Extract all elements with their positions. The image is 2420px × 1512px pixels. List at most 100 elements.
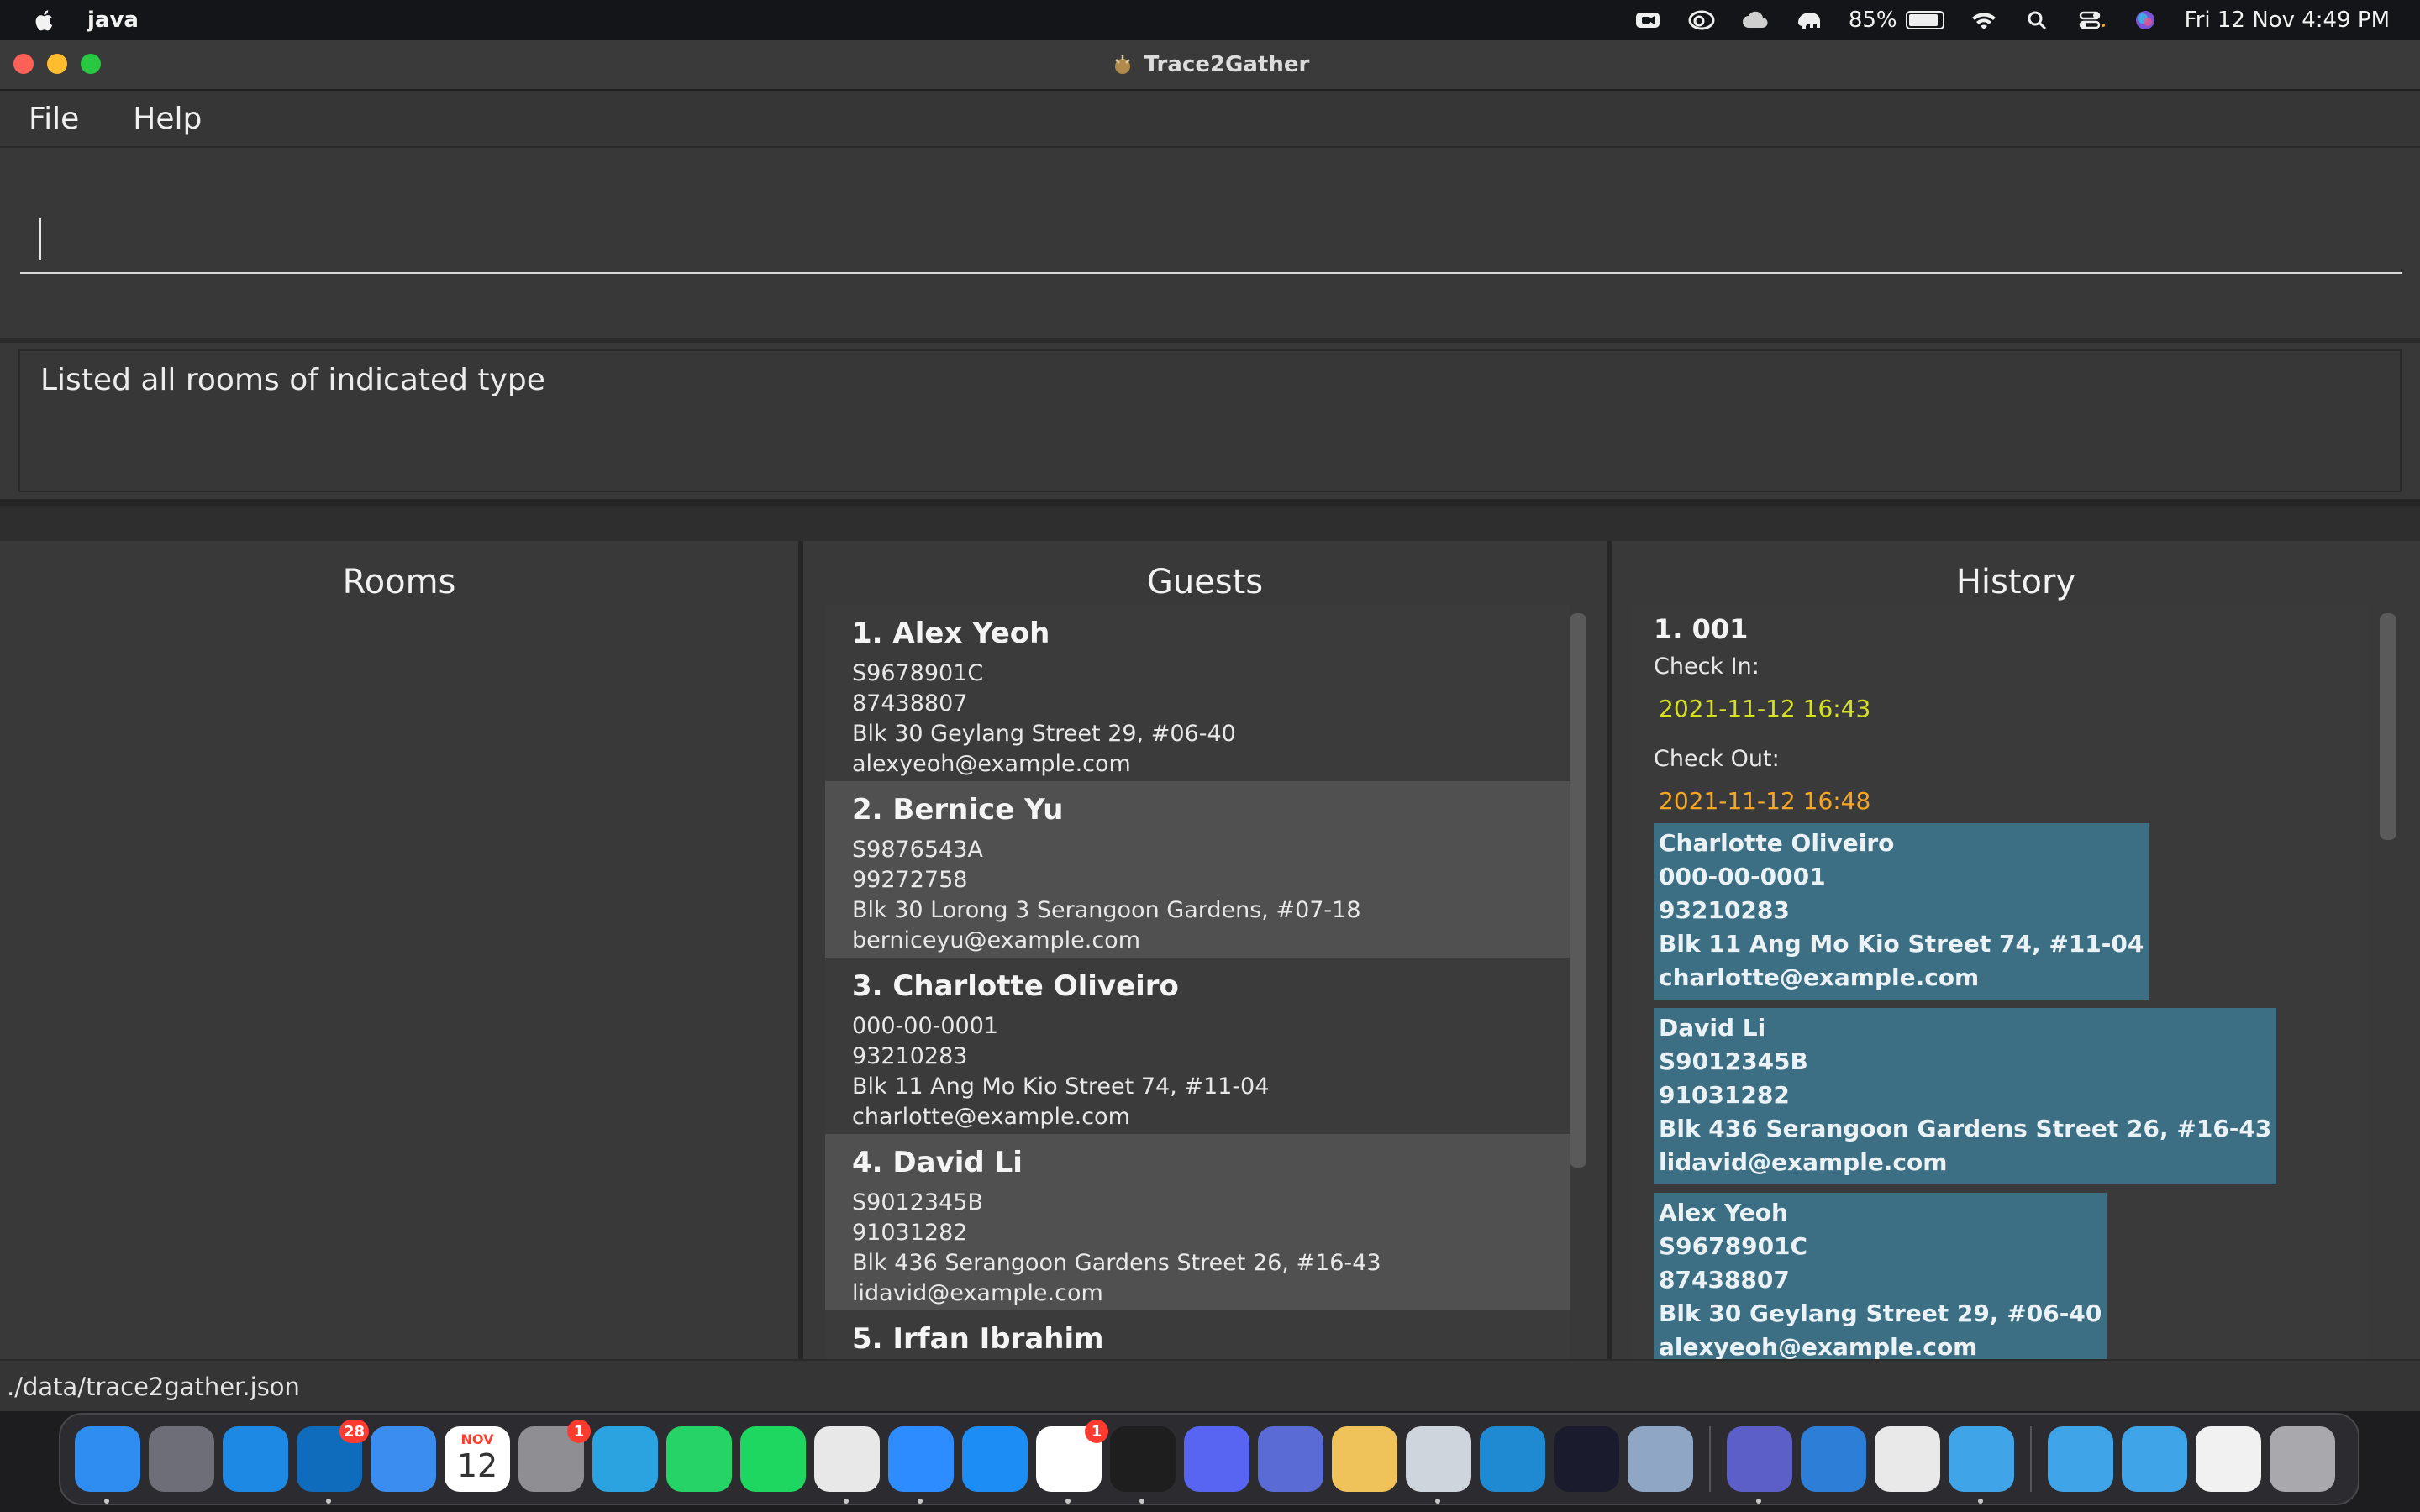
history-guest-name: Charlotte Oliveiro [1659,829,1895,857]
file-icon[interactable] [2196,1426,2261,1492]
history-guest-card[interactable]: David Li S9012345B 91031282 Blk 436 Serango… [1654,1008,2277,1184]
check-out-label: Check Out: [1654,746,1780,772]
data-file-path: ./data/trace2gather.json [7,1373,300,1401]
guest-phone: 99272758 [852,867,968,893]
chrome-icon[interactable] [814,1426,880,1504]
guest-list-scrollbar[interactable] [1570,613,1586,1168]
notification-badge: 1 [1085,1420,1108,1443]
main-panels: Rooms Guests 1. Alex Yeoh S9678901C 874388… [0,541,2420,1393]
menu-file[interactable]: File [0,102,97,136]
screen-record-icon[interactable] [1634,9,1662,31]
text-cursor [39,218,41,260]
history-title: History [1955,563,2076,601]
safari-icon[interactable] [223,1426,288,1492]
maps-pin-icon[interactable] [1332,1426,1397,1492]
notification-badge: 1 [567,1420,591,1443]
guest-address: Blk 436 Serangoon Gardens Street 26, #16… [852,1250,1381,1276]
menu-help[interactable]: Help [97,102,220,136]
outlook-icon[interactable]: 28 [297,1420,369,1504]
history-list-scrollbar[interactable] [2380,613,2396,840]
cloud-icon[interactable] [1741,9,1770,31]
xcode-icon[interactable] [1801,1426,1866,1492]
history-guest-card[interactable]: Alex Yeoh S9678901C 87438807 Blk 30 Geylang… [1654,1193,2107,1369]
preview-icon[interactable] [1406,1426,1471,1504]
launchpad-icon[interactable] [149,1426,214,1492]
documents-folder-icon[interactable] [2122,1426,2187,1492]
command-box [0,148,2420,343]
history-guest-address: Blk 30 Geylang Street 29, #06-40 [1659,1299,2102,1327]
history-guest-email: charlotte@example.com [1659,963,1980,991]
notes-icon[interactable] [1258,1426,1323,1492]
trace2gather-window: Trace2Gather File Help Listed all rooms … [0,40,2420,1411]
history-guest-email: lidavid@example.com [1659,1148,1948,1176]
guests-title: Guests [1146,563,1264,601]
history-entry[interactable]: 1. 001 Check In: 2021-11-12 16:43 Check Out… [1630,605,2370,1379]
app-store-icon[interactable] [962,1426,1028,1492]
menu-bar-clock[interactable]: Fri 12 Nov 4:49 PM [2185,8,2390,33]
spotlight-search-icon[interactable] [2023,9,2052,31]
history-guest-address: Blk 11 Ang Mo Kio Street 74, #11-04 [1659,930,2144,958]
folder-icon[interactable] [1949,1426,2014,1504]
history-guest-card[interactable]: Charlotte Oliveiro 000-00-0001 93210283 Blk… [1654,823,2149,1000]
terminal-icon[interactable] [1110,1426,1176,1504]
system-preferences-icon[interactable]: 1 [518,1420,591,1492]
app-logo-icon [1114,55,1130,74]
guest-phone: 93210283 [852,1043,968,1069]
telegram-icon[interactable] [592,1426,658,1492]
close-window-button[interactable] [13,54,34,74]
guests-panel: Guests 1. Alex Yeoh S9678901C 87438807 Blk … [803,541,1612,1393]
textedit-icon[interactable] [1875,1426,1940,1492]
mail-icon[interactable] [371,1426,436,1492]
vscode-icon[interactable] [1480,1426,1545,1492]
command-input[interactable] [34,212,2386,265]
guest-card[interactable]: 4. David Li S9012345B 91031282 Blk 436 Sera… [825,1134,1570,1310]
trash-icon[interactable] [2270,1426,2335,1492]
result-message: Listed all rooms of indicated type [40,363,545,397]
downloads-folder-icon[interactable] [2048,1426,2113,1492]
postgres-icon[interactable] [1628,1426,1693,1492]
battery-status[interactable]: 85% [1849,8,1944,33]
teams-icon[interactable] [1727,1426,1792,1504]
window-controls [13,54,101,74]
rooms-list[interactable] [22,605,778,1379]
control-center-icon[interactable] [2077,9,2106,31]
intellij-icon[interactable] [1554,1426,1619,1492]
history-guest-phone: 91031282 [1659,1081,1790,1109]
window-title-bar[interactable]: Trace2Gather [0,40,2420,91]
running-indicator [844,1499,849,1504]
apple-menu-icon[interactable] [32,7,57,34]
zoom-icon[interactable] [888,1426,954,1504]
guest-id: S9678901C [852,660,984,686]
running-indicator [1139,1499,1144,1504]
dock-separator [2030,1426,2032,1492]
discord-icon[interactable] [1184,1426,1249,1492]
battery-icon [1905,11,1944,29]
calendar-icon[interactable]: NOV 12 [445,1426,510,1492]
guest-email: lidavid@example.com [852,1280,1103,1306]
app-menu-bar: File Help [0,91,2420,148]
zoom-window-button[interactable] [81,54,101,74]
siri-icon[interactable] [2131,9,2160,31]
active-app-name[interactable]: java [87,8,139,33]
finder-icon[interactable] [75,1426,140,1504]
guest-card[interactable]: 3. Charlotte Oliveiro 000-00-0001 93210283… [825,958,1570,1134]
guest-email: charlotte@example.com [852,1104,1130,1130]
spotify-icon[interactable] [740,1426,806,1492]
guest-card[interactable]: 2. Bernice Yu S9876543A 99272758 Blk 30 Lor… [825,781,1570,958]
result-display: Listed all rooms of indicated type [0,343,2420,506]
guest-address: Blk 11 Ang Mo Kio Street 74, #11-04 [852,1074,1270,1100]
guest-list[interactable]: 1. Alex Yeoh S9678901C 87438807 Blk 30 Geyl… [825,605,1570,1379]
history-list[interactable]: 1. 001 Check In: 2021-11-12 16:43 Check Out… [1630,605,2370,1379]
running-indicator [326,1499,331,1504]
elephant-icon[interactable] [1795,9,1823,31]
creative-cloud-icon[interactable] [1687,9,1716,31]
guest-card[interactable]: 1. Alex Yeoh S9678901C 87438807 Blk 30 Geyl… [825,605,1570,781]
history-guest-phone: 93210283 [1659,896,1790,924]
whatsapp-icon[interactable] [666,1426,732,1492]
wifi-icon[interactable] [1970,9,1998,31]
guest-phone: 91031282 [852,1220,968,1246]
minimize-window-button[interactable] [47,54,67,74]
result-display-box[interactable]: Listed all rooms of indicated type [18,349,2402,492]
notion-icon[interactable]: 1 [1036,1420,1108,1504]
battery-level-fill [1908,14,1938,26]
